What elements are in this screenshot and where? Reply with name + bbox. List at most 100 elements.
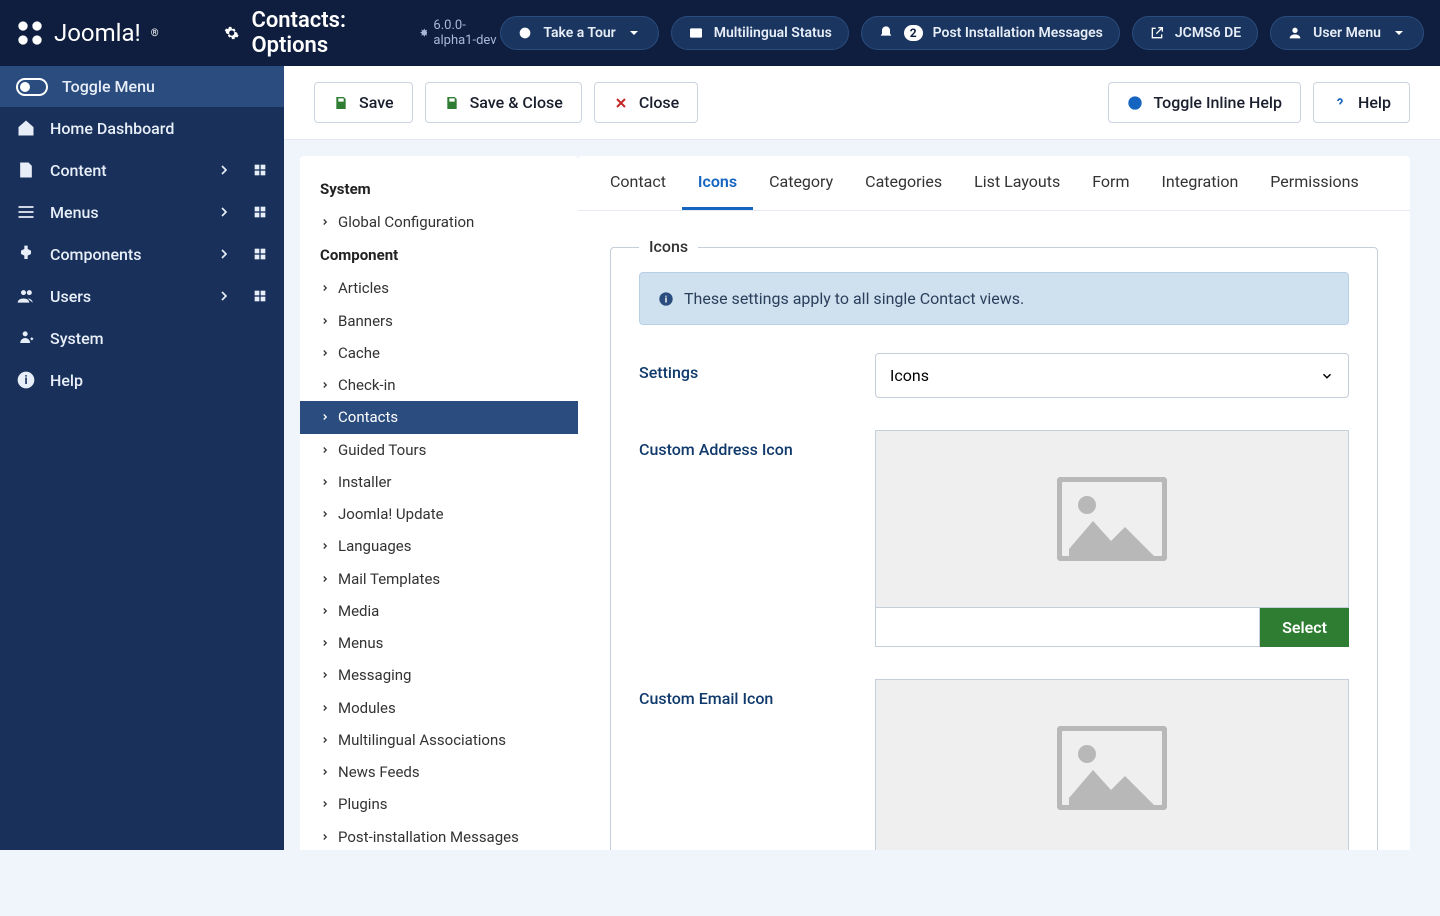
- address-media-input[interactable]: [875, 608, 1260, 647]
- nav-guided-tours[interactable]: Guided Tours: [300, 434, 578, 466]
- nav-articles[interactable]: Articles: [300, 272, 578, 304]
- nav-link-label: Articles: [338, 278, 389, 298]
- chevron-right-icon: [320, 606, 330, 616]
- nav-cache[interactable]: Cache: [300, 337, 578, 369]
- address-media-preview[interactable]: [875, 430, 1349, 608]
- nav-mail-templates[interactable]: Mail Templates: [300, 563, 578, 595]
- chevron-right-icon: [320, 638, 330, 648]
- tab-form[interactable]: Form: [1076, 156, 1145, 210]
- chevron-right-icon: [320, 348, 330, 358]
- tab-icons[interactable]: Icons: [682, 156, 753, 210]
- version-icon: [419, 27, 427, 39]
- sidebar-item-label: Components: [50, 245, 141, 264]
- users-icon: [16, 286, 36, 306]
- post-install-pill[interactable]: 2 Post Installation Messages: [861, 16, 1120, 50]
- tab-panel: ContactIconsCategoryCategoriesList Layou…: [578, 156, 1410, 850]
- close-button[interactable]: Close: [594, 82, 698, 123]
- nav-banners[interactable]: Banners: [300, 305, 578, 337]
- tab-list-layouts[interactable]: List Layouts: [958, 156, 1076, 210]
- custom-address-label: Custom Address Icon: [639, 430, 875, 459]
- main: Save Save & Close Close Toggle Inline He…: [284, 66, 1440, 850]
- toggle-menu[interactable]: Toggle Menu: [0, 66, 284, 107]
- toggle-switch-icon: [16, 78, 48, 96]
- nav-media[interactable]: Media: [300, 595, 578, 627]
- sidebar-item-help[interactable]: i Help: [0, 359, 284, 401]
- settings-select[interactable]: Icons: [875, 353, 1349, 398]
- user-menu-pill[interactable]: User Menu: [1270, 16, 1424, 50]
- fieldset-legend: Icons: [639, 237, 698, 256]
- custom-address-row: Custom Address Icon Select: [639, 430, 1349, 647]
- nav-joomla-update[interactable]: Joomla! Update: [300, 498, 578, 530]
- language-icon: [688, 25, 704, 41]
- header: Joomla! ® Contacts: Options 6.0.0-alpha1…: [0, 0, 1440, 66]
- help-label: Help: [1358, 93, 1391, 112]
- save-close-label: Save & Close: [470, 93, 563, 112]
- map-icon: [517, 25, 533, 41]
- sidebar-item-home-dashboard[interactable]: Home Dashboard: [0, 107, 284, 149]
- svg-text:i: i: [665, 294, 667, 305]
- svg-text:i: i: [24, 373, 27, 387]
- nav-link-label: Joomla! Update: [338, 504, 444, 524]
- question-icon: [1332, 95, 1348, 111]
- tab-integration[interactable]: Integration: [1146, 156, 1255, 210]
- nav-check-in[interactable]: Check-in: [300, 369, 578, 401]
- help-icon: i: [16, 370, 36, 390]
- save-close-button[interactable]: Save & Close: [425, 82, 582, 123]
- chevron-right-icon: [216, 246, 232, 262]
- email-media-preview[interactable]: [875, 679, 1349, 850]
- nav-modules[interactable]: Modules: [300, 692, 578, 724]
- address-select-button[interactable]: Select: [1260, 608, 1349, 647]
- save-label: Save: [359, 93, 394, 112]
- chevron-right-icon: [320, 735, 330, 745]
- menus-icon: [16, 202, 36, 222]
- sidebar: Toggle Menu Home Dashboard Content Menus Co…: [0, 66, 284, 850]
- nav-global-config-label: Global Configuration: [338, 212, 474, 232]
- nav-installer[interactable]: Installer: [300, 466, 578, 498]
- close-label: Close: [639, 93, 679, 112]
- sidebar-item-users[interactable]: Users: [0, 275, 284, 317]
- sidebar-item-content[interactable]: Content: [0, 149, 284, 191]
- chevron-right-icon: [320, 477, 330, 487]
- nav-link-label: Cache: [338, 343, 380, 363]
- nav-messaging[interactable]: Messaging: [300, 659, 578, 691]
- site-link-pill[interactable]: JCMS6 DE: [1132, 16, 1258, 50]
- tab-contact[interactable]: Contact: [594, 156, 682, 210]
- sidebar-item-label: System: [50, 329, 104, 348]
- multilingual-pill[interactable]: Multilingual Status: [671, 16, 849, 50]
- save-icon: [333, 95, 349, 111]
- tab-categories[interactable]: Categories: [849, 156, 958, 210]
- sidebar-item-menus[interactable]: Menus: [0, 191, 284, 233]
- tab-permissions[interactable]: Permissions: [1254, 156, 1374, 210]
- save-button[interactable]: Save: [314, 82, 413, 123]
- sidebar-item-label: Help: [50, 371, 83, 390]
- nav-link-label: Media: [338, 601, 379, 621]
- nav-plugins[interactable]: Plugins: [300, 788, 578, 820]
- nav-link-label: News Feeds: [338, 762, 420, 782]
- post-install-label: Post Installation Messages: [933, 25, 1103, 41]
- info-alert: i These settings apply to all single Con…: [639, 272, 1349, 325]
- toggle-inline-help-button[interactable]: Toggle Inline Help: [1108, 82, 1301, 123]
- nav-link-label: Menus: [338, 633, 383, 653]
- sidebar-item-components[interactable]: Components: [0, 233, 284, 275]
- chevron-right-icon: [320, 703, 330, 713]
- chevron-right-icon: [216, 162, 232, 178]
- nav-news-feeds[interactable]: News Feeds: [300, 756, 578, 788]
- nav-contacts[interactable]: Contacts: [300, 401, 578, 433]
- sidebar-item-system[interactable]: System: [0, 317, 284, 359]
- tab-category[interactable]: Category: [753, 156, 849, 210]
- header-pills: Take a Tour Multilingual Status 2 Post I…: [500, 16, 1424, 50]
- take-tour-pill[interactable]: Take a Tour: [500, 16, 658, 50]
- brand[interactable]: Joomla! ®: [16, 19, 208, 47]
- nav-global-config[interactable]: Global Configuration: [300, 206, 578, 238]
- chevron-right-icon: [320, 509, 330, 519]
- custom-email-row: Custom Email Icon: [639, 679, 1349, 850]
- sidebar-item-label: Content: [50, 161, 107, 180]
- nav-post-installation-messages[interactable]: Post-installation Messages: [300, 821, 578, 851]
- nav-menus[interactable]: Menus: [300, 627, 578, 659]
- nav-link-label: Languages: [338, 536, 412, 556]
- help-button[interactable]: Help: [1313, 82, 1410, 123]
- nav-multilingual-associations[interactable]: Multilingual Associations: [300, 724, 578, 756]
- nav-languages[interactable]: Languages: [300, 530, 578, 562]
- toggle-inline-help-label: Toggle Inline Help: [1153, 93, 1282, 112]
- chevron-right-icon: [320, 316, 330, 326]
